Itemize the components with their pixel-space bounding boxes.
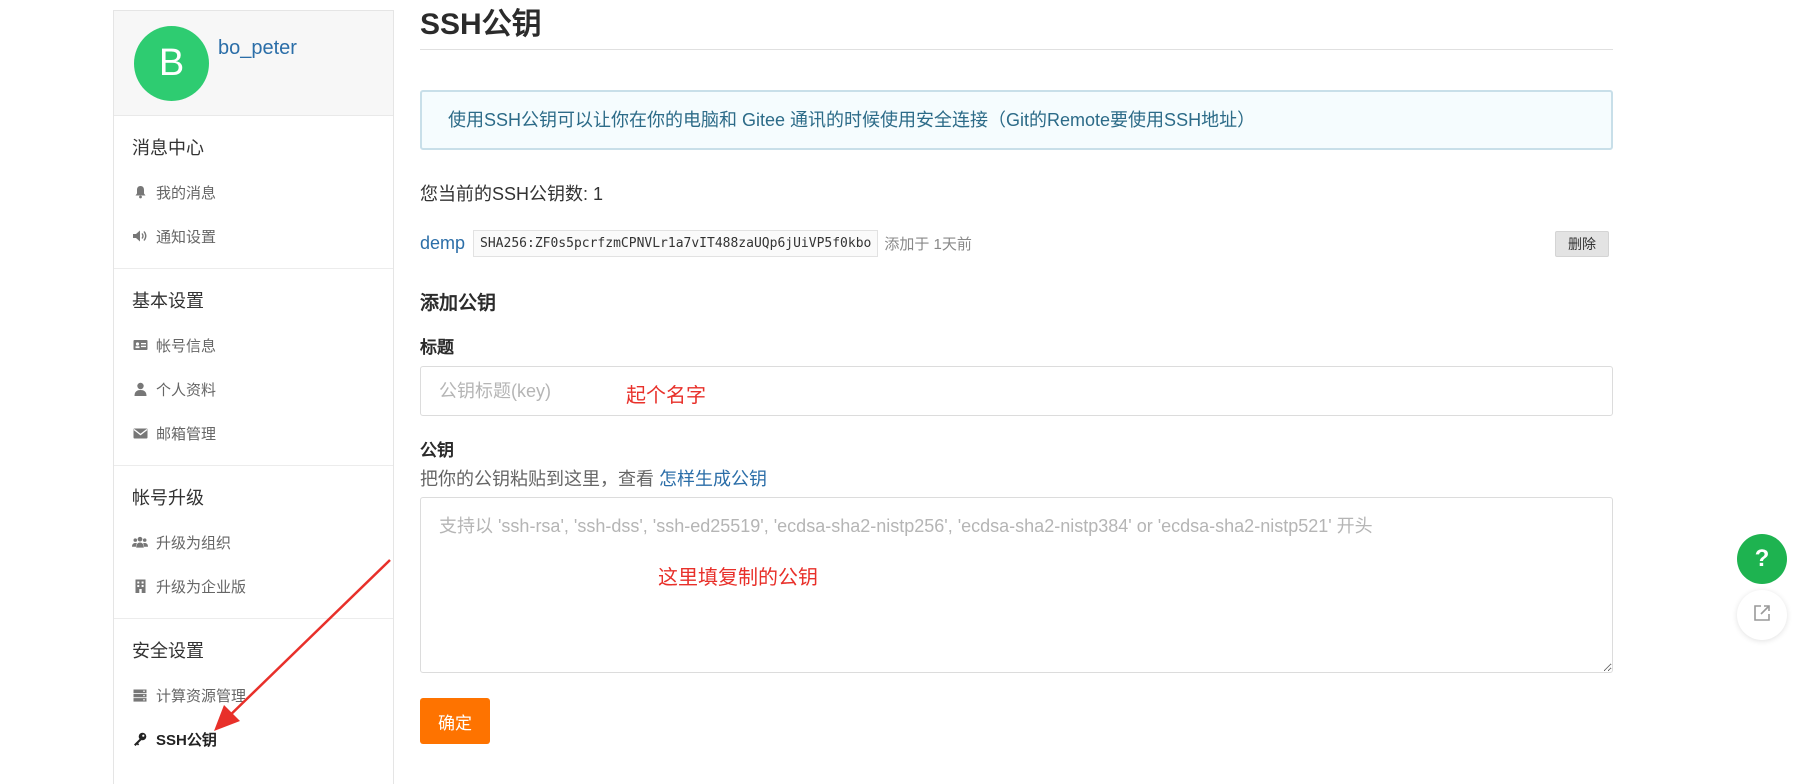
sidebar-item-notification-settings[interactable]: 通知设置: [114, 214, 393, 258]
avatar[interactable]: B: [134, 26, 209, 101]
sidebar-item-label: 个人资料: [156, 381, 217, 399]
section-title: 帐号升级: [132, 488, 204, 508]
pubkey-hint: 把你的公钥粘贴到这里，查看 怎样生成公钥: [420, 465, 1613, 491]
username-link[interactable]: bo_peter: [218, 37, 297, 60]
sidebar-item-label: 帐号信息: [156, 337, 217, 355]
section-messages: 消息中心 我的消息 通知设置: [114, 116, 393, 269]
bell-icon: [132, 184, 148, 200]
key-count: 您当前的SSH公钥数: 1: [420, 184, 604, 204]
title-input-wrap: 起个名字: [420, 366, 1613, 416]
add-key-heading: 添加公钥: [420, 293, 497, 314]
key-icon: [132, 731, 148, 747]
key-added-time: 添加于 1天前: [884, 235, 972, 253]
speaker-icon: [132, 228, 148, 244]
section-title: 基本设置: [132, 291, 204, 311]
sidebar-item-my-messages[interactable]: 我的消息: [114, 170, 393, 214]
sidebar-item-label: 通知设置: [156, 228, 217, 246]
user-icon: [132, 381, 148, 397]
arrow-annotation: [214, 559, 391, 731]
sidebar-item-label: 升级为组织: [156, 534, 232, 552]
pubkey-textarea[interactable]: [420, 497, 1613, 673]
key-name-link[interactable]: demp: [420, 233, 465, 254]
title-label: 标题: [420, 338, 454, 357]
users-icon: [132, 534, 148, 550]
how-to-generate-link[interactable]: 怎样生成公钥: [659, 469, 767, 489]
profile-card: B bo_peter: [114, 11, 393, 116]
confirm-button[interactable]: 确定: [420, 698, 490, 744]
envelope-icon: [132, 425, 148, 441]
title-input[interactable]: [420, 366, 1613, 416]
sidebar-item-email-management[interactable]: 邮箱管理: [114, 411, 393, 455]
sidebar-item-profile[interactable]: 个人资料: [114, 367, 393, 411]
sidebar-item-label: 邮箱管理: [156, 425, 217, 443]
delete-key-button[interactable]: 删除: [1555, 231, 1609, 257]
help-button[interactable]: ?: [1737, 534, 1787, 584]
sidebar-item-account-info[interactable]: 帐号信息: [114, 323, 393, 367]
key-row: demp SHA256:ZF0s5pcrfzmCPNVLr1a7vIT488za…: [420, 228, 1613, 258]
pubkey-textarea-wrap: 这里填复制的公钥: [420, 497, 1613, 678]
pubkey-hint-text: 把你的公钥粘贴到这里，查看: [420, 469, 659, 489]
title-annotation: 起个名字: [626, 385, 706, 407]
server-icon: [132, 687, 148, 703]
info-banner: 使用SSH公钥可以让你在你的电脑和 Gitee 通讯的时候使用安全连接（Git的…: [420, 90, 1613, 150]
share-button[interactable]: [1737, 590, 1787, 640]
external-link-icon: [1752, 603, 1772, 628]
section-basic-settings: 基本设置 帐号信息 个人资料 邮箱管理: [114, 269, 393, 466]
id-card-icon: [132, 337, 148, 353]
sidebar-item-label: 我的消息: [156, 184, 217, 202]
building-icon: [132, 578, 148, 594]
pubkey-label: 公钥: [420, 441, 454, 460]
pubkey-annotation: 这里填复制的公钥: [658, 567, 818, 589]
main-content: SSH公钥 使用SSH公钥可以让你在你的电脑和 Gitee 通讯的时候使用安全连…: [420, 0, 1613, 744]
key-fingerprint: SHA256:ZF0s5pcrfzmCPNVLr1a7vIT488zaUQp6j…: [473, 229, 879, 257]
page-title: SSH公钥: [420, 0, 1613, 50]
section-title: 消息中心: [132, 138, 204, 158]
